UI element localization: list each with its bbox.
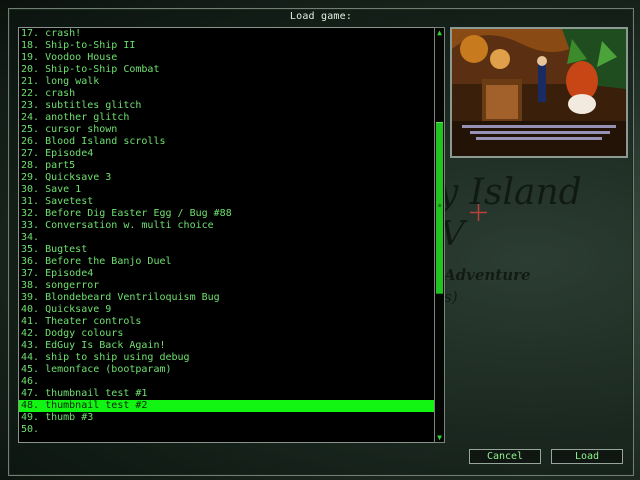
scrollbar-thumb[interactable]: ≡ [436,122,443,294]
save-slot[interactable]: 47. thumbnail test #1 [19,388,434,400]
save-slot[interactable]: 30. Save 1 [19,184,434,196]
save-slot[interactable]: 41. Theater controls [19,316,434,328]
save-slot[interactable]: 36. Before the Banjo Duel [19,256,434,268]
save-slot[interactable]: 34. [19,232,434,244]
save-slot[interactable]: 40. Quicksave 9 [19,304,434,316]
save-slot[interactable]: 29. Quicksave 3 [19,172,434,184]
save-slot[interactable]: 42. Dodgy colours [19,328,434,340]
save-slot[interactable]: 28. part5 [19,160,434,172]
save-slot[interactable]: 31. Savetest [19,196,434,208]
save-slot[interactable]: 17. crash! [19,28,434,40]
load-game-dialog: Load game: 17. crash! 18. Ship-to-Ship II… [8,8,634,476]
save-slot[interactable]: 49. thumb #3 [19,412,434,424]
save-slot[interactable]: 27. Episode4 [19,148,434,160]
save-slot[interactable]: 26. Blood Island scrolls [19,136,434,148]
save-slot[interactable]: 23. subtitles glitch [19,100,434,112]
save-slot[interactable]: 25. cursor shown [19,124,434,136]
save-slot-selected[interactable]: 48. thumbnail test #2 [19,400,434,412]
save-list[interactable]: 17. crash! 18. Ship-to-Ship II 19. Voodoo … [18,27,435,443]
grip-icon: ≡ [437,202,442,209]
save-list-scrollbar[interactable]: ▲ ≡ ▼ [434,27,445,443]
save-slot[interactable]: 32. Before Dig Easter Egg / Bug #88 [19,208,434,220]
crosshair-cursor-icon [470,204,487,221]
save-slot[interactable]: 19. Voodoo House [19,52,434,64]
cancel-button[interactable]: Cancel [469,449,541,464]
save-slot[interactable]: 21. long walk [19,76,434,88]
scroll-up-arrow-icon[interactable]: ▲ [435,28,444,37]
save-slot[interactable]: 20. Ship-to-Ship Combat [19,64,434,76]
save-slot[interactable]: 22. crash [19,88,434,100]
save-slot[interactable]: 39. Blondebeard Ventriloquism Bug [19,292,434,304]
save-slot[interactable]: 44. ship to ship using debug [19,352,434,364]
save-slot[interactable]: 50. [19,424,434,436]
save-slot[interactable]: 45. lemonface (bootparam) [19,364,434,376]
save-slot[interactable]: 46. [19,376,434,388]
save-slot[interactable]: 38. songerror [19,280,434,292]
save-slot[interactable]: 24. another glitch [19,112,434,124]
save-slot[interactable]: 37. Episode4 [19,268,434,280]
dialog-title: Load game: [289,11,353,22]
load-button[interactable]: Load [551,449,623,464]
save-thumbnail [450,27,628,158]
scroll-down-arrow-icon[interactable]: ▼ [435,433,444,442]
save-slot[interactable]: 18. Ship-to-Ship II [19,40,434,52]
save-slot[interactable]: 33. Conversation w. multi choice [19,220,434,232]
save-slot[interactable]: 43. EdGuy Is Back Again! [19,340,434,352]
thumbnail-scene-image [452,29,626,156]
save-slot[interactable]: 35. Bugtest [19,244,434,256]
